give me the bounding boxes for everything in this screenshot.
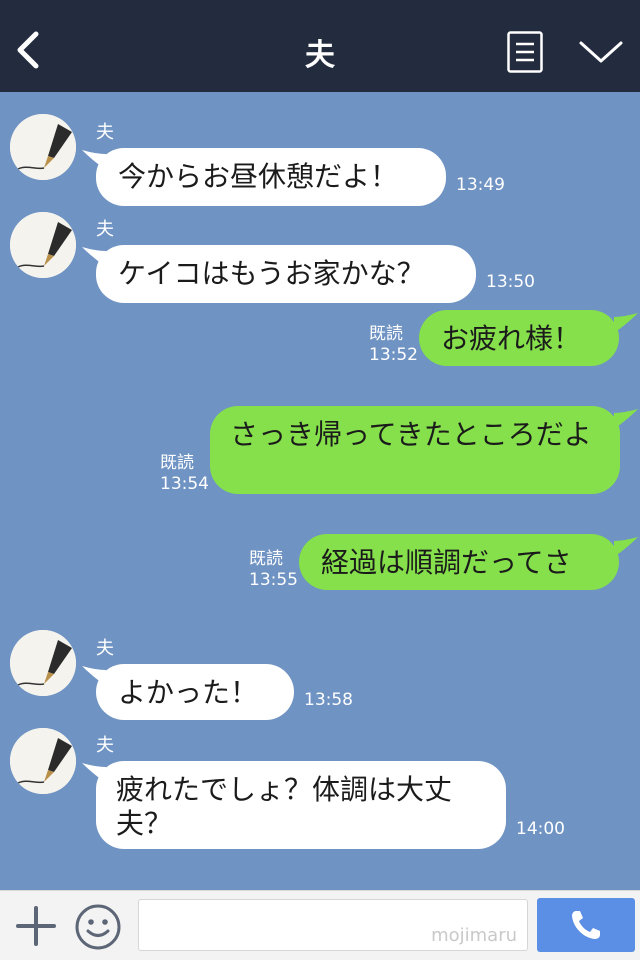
message-bubble[interactable]: お疲れ様！ <box>419 310 619 366</box>
avatar[interactable] <box>10 114 76 180</box>
emoji-icon[interactable] <box>74 903 122 951</box>
read-label: 既読 <box>249 549 283 569</box>
sender-name: 夫 <box>96 638 114 659</box>
bubble-tail <box>614 313 638 333</box>
read-label: 既読 <box>369 324 403 344</box>
call-button[interactable] <box>537 898 635 952</box>
plus-icon[interactable] <box>16 906 56 946</box>
list-icon[interactable] <box>507 31 543 73</box>
message-bubble[interactable]: 今からお昼休憩だよ！ <box>96 148 446 206</box>
message-bubble[interactable]: 経過は順調だってさ <box>299 534 619 590</box>
avatar[interactable] <box>10 728 76 794</box>
watermark: mojimaru <box>431 925 517 946</box>
message-time: 13:54 <box>160 474 209 494</box>
sender-name: 夫 <box>96 122 114 143</box>
read-receipt: 既読 13:55 <box>249 549 298 591</box>
sender-name: 夫 <box>96 735 114 756</box>
message-time: 13:58 <box>304 690 353 710</box>
message-time: 13:50 <box>486 272 535 292</box>
read-receipt: 既読 13:54 <box>160 453 209 495</box>
fountain-pen-icon <box>10 728 76 794</box>
message-bubble[interactable]: ケイコはもうお家かな？ <box>96 245 476 303</box>
sender-name: 夫 <box>96 219 114 240</box>
avatar[interactable] <box>10 630 76 696</box>
chevron-left-icon[interactable] <box>14 30 44 70</box>
chevron-down-icon[interactable] <box>578 38 624 66</box>
message-time: 14:00 <box>516 819 565 839</box>
message-input[interactable]: mojimaru <box>138 899 528 951</box>
phone-icon <box>572 911 600 939</box>
read-label: 既読 <box>160 453 194 473</box>
message-bubble[interactable]: 疲れたでしょ？体調は大丈夫？ <box>96 761 506 849</box>
fountain-pen-icon <box>10 630 76 696</box>
fountain-pen-icon <box>10 114 76 180</box>
bubble-tail <box>614 409 638 429</box>
message-composer: mojimaru <box>0 890 640 960</box>
message-time: 13:55 <box>249 570 298 590</box>
fountain-pen-icon <box>10 212 76 278</box>
message-bubble[interactable]: さっき帰ってきたところだよ <box>210 406 620 494</box>
read-receipt: 既読 13:52 <box>369 324 418 366</box>
chat-title: 夫 <box>305 38 335 73</box>
chat-header: 夫 <box>0 0 640 92</box>
avatar[interactable] <box>10 212 76 278</box>
bubble-tail <box>614 537 638 557</box>
message-time: 13:49 <box>456 175 505 195</box>
message-bubble[interactable]: よかった！ <box>96 664 294 720</box>
message-time: 13:52 <box>369 345 418 365</box>
